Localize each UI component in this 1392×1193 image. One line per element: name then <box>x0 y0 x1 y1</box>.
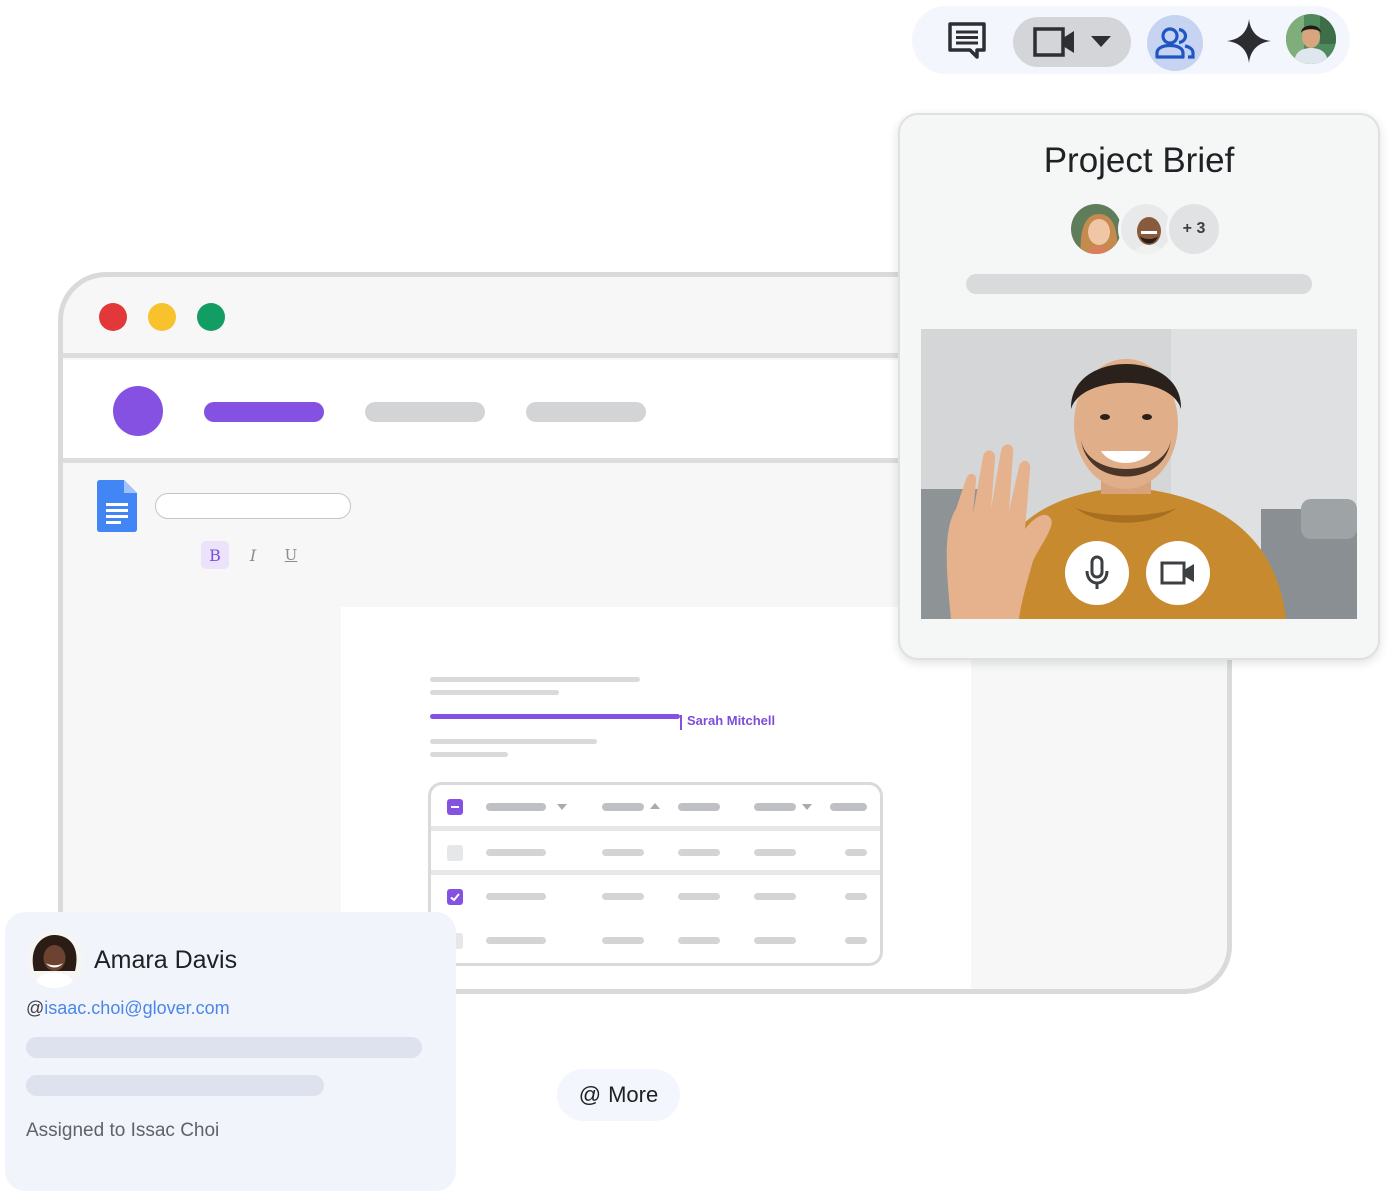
sort-down-icon <box>557 804 567 810</box>
row-checkbox[interactable] <box>447 845 463 861</box>
minimize-window-button[interactable] <box>148 303 176 331</box>
table-cell <box>678 893 720 900</box>
table-cell <box>602 893 644 900</box>
placeholder-line <box>26 1075 324 1096</box>
table-cell <box>754 893 796 900</box>
bold-button[interactable]: B <box>201 541 229 569</box>
column-header[interactable] <box>486 803 546 811</box>
more-label: More <box>608 1082 659 1107</box>
chevron-down-icon <box>1091 36 1111 47</box>
table-row[interactable] <box>431 875 880 919</box>
row-checkbox[interactable] <box>447 889 463 905</box>
text-line <box>430 677 640 682</box>
table-cell <box>486 893 546 900</box>
docs-icon <box>97 480 137 532</box>
table-header-row <box>431 785 880 829</box>
italic-button[interactable]: I <box>239 541 267 569</box>
user-avatar[interactable] <box>1286 14 1336 64</box>
participant-avatar[interactable] <box>1068 201 1124 257</box>
camera-button[interactable] <box>1146 541 1210 605</box>
contact-avatar[interactable] <box>26 931 83 988</box>
table-row[interactable] <box>431 831 880 875</box>
table-cell <box>678 937 720 944</box>
more-mentions-chip[interactable]: @ More <box>557 1069 680 1121</box>
table-cell <box>754 849 796 856</box>
contact-card: Amara Davis @isaac.choi@glover.com Assig… <box>5 912 456 1191</box>
mention-symbol: @ <box>26 998 45 1018</box>
mic-icon <box>1085 555 1109 589</box>
sort-up-icon <box>650 803 660 809</box>
collaborator-name: Sarah Mitchell <box>687 713 776 728</box>
call-title: Project Brief <box>1043 141 1235 180</box>
close-window-button[interactable] <box>99 303 127 331</box>
assignment-status: Assigned to Issac Choi <box>26 1120 220 1141</box>
collaborator-cursor <box>680 715 682 730</box>
placeholder-line <box>26 1037 422 1058</box>
nav-item-active[interactable] <box>204 402 324 422</box>
mic-button[interactable] <box>1065 541 1129 605</box>
text-line <box>430 690 559 695</box>
video-camera-icon <box>1033 27 1074 57</box>
table-cell <box>754 937 796 944</box>
select-all-checkbox[interactable] <box>447 799 463 815</box>
chat-button[interactable] <box>944 18 990 62</box>
table-cell <box>602 937 644 944</box>
participant-video <box>921 329 1357 619</box>
video-feed <box>921 329 1357 619</box>
column-header[interactable] <box>678 803 720 811</box>
table-row[interactable] <box>431 919 880 963</box>
camera-icon <box>1160 561 1194 585</box>
chat-icon <box>948 22 986 59</box>
table-cell <box>486 849 546 856</box>
maximize-window-button[interactable] <box>197 303 225 331</box>
data-table <box>428 782 883 966</box>
nav-item[interactable] <box>365 402 485 422</box>
call-info-bar <box>966 274 1312 294</box>
table-cell <box>845 849 867 856</box>
table-cell <box>486 937 546 944</box>
document-title-input[interactable] <box>155 493 351 519</box>
video-call-card: Project Brief + 3 <box>898 113 1380 660</box>
at-icon: @ <box>578 1082 602 1107</box>
contact-email: @isaac.choi@glover.com <box>26 998 230 1019</box>
text-line <box>430 739 597 744</box>
video-options-button[interactable] <box>1013 17 1131 67</box>
table-cell <box>845 893 867 900</box>
underline-button[interactable]: U <box>277 541 305 569</box>
meeting-toolbar <box>912 6 1350 74</box>
nav-item[interactable] <box>526 402 646 422</box>
column-header[interactable] <box>830 803 867 811</box>
table-cell <box>678 849 720 856</box>
people-icon <box>1155 27 1195 59</box>
email-link[interactable]: isaac.choi@glover.com <box>44 998 229 1018</box>
column-header[interactable] <box>602 803 644 811</box>
check-icon <box>450 893 460 902</box>
ai-assistant-button[interactable] <box>1224 16 1274 66</box>
table-cell <box>845 937 867 944</box>
table-cell <box>602 849 644 856</box>
contact-name: Amara Davis <box>94 946 238 974</box>
sort-down-icon <box>802 804 812 810</box>
column-header[interactable] <box>754 803 796 811</box>
sparkle-icon <box>1227 19 1271 63</box>
selected-text-line <box>430 714 680 719</box>
more-participants-badge[interactable]: + 3 <box>1166 201 1222 257</box>
people-button[interactable] <box>1147 15 1203 71</box>
app-logo[interactable] <box>113 386 163 436</box>
text-line <box>430 752 508 757</box>
